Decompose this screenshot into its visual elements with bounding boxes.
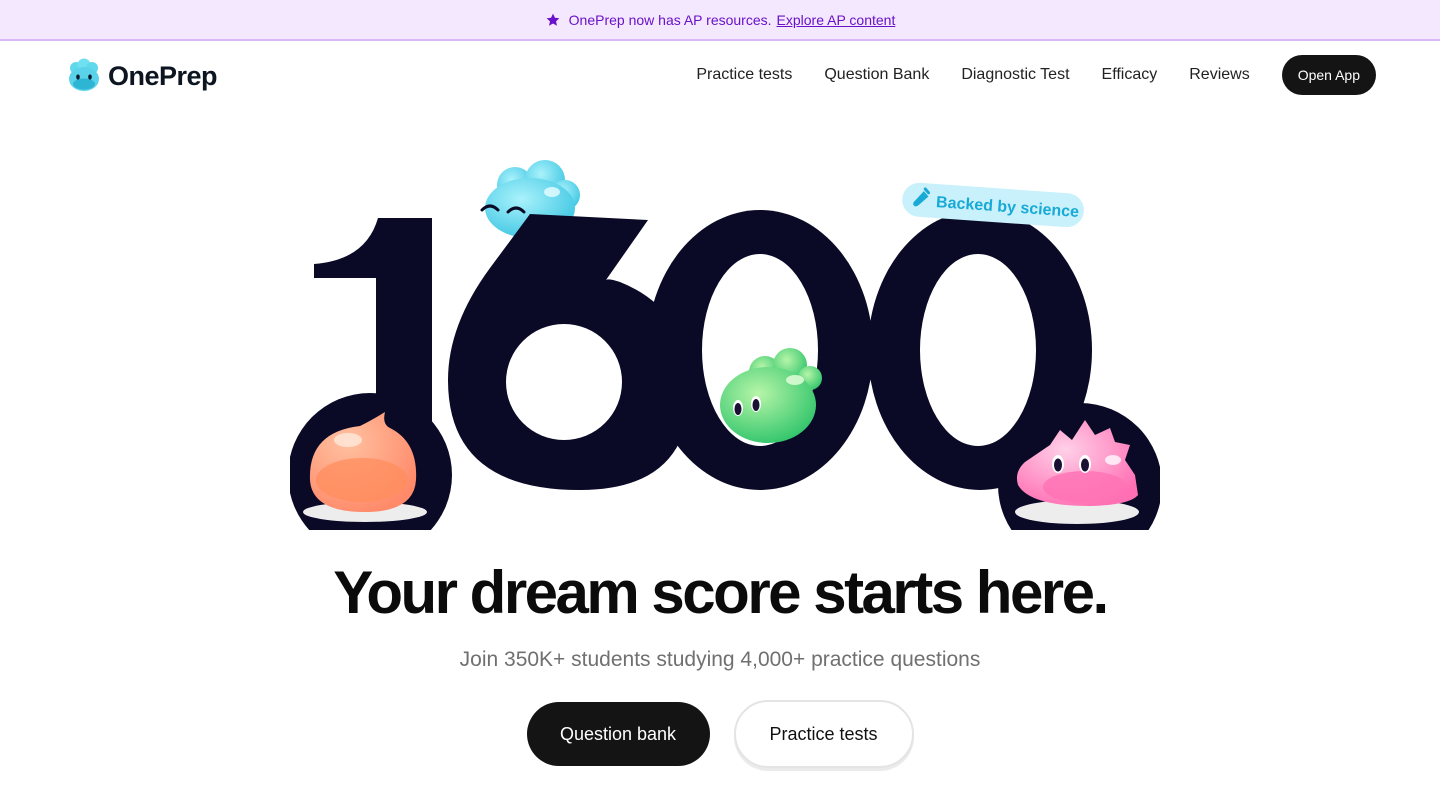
site-header: OnePrep Practice tests Question Bank Dia… bbox=[0, 42, 1440, 108]
nav-reviews[interactable]: Reviews bbox=[1189, 66, 1249, 84]
logo-text: OnePrep bbox=[108, 60, 218, 91]
backed-by-science-badge: Backed by science bbox=[902, 182, 1084, 228]
question-bank-button[interactable]: Question bank bbox=[526, 702, 710, 766]
practice-tests-button[interactable]: Practice tests bbox=[733, 700, 914, 768]
hero-illustration: Backed by science bbox=[290, 150, 1160, 530]
main-nav: Practice tests Question Bank Diagnostic … bbox=[696, 55, 1376, 95]
logo[interactable]: OnePrep bbox=[64, 56, 218, 96]
hero-cta-group: Question bank Practice tests bbox=[0, 700, 1440, 768]
nav-practice-tests[interactable]: Practice tests bbox=[696, 66, 792, 84]
nav-diagnostic-test[interactable]: Diagnostic Test bbox=[961, 66, 1069, 84]
nav-efficacy[interactable]: Efficacy bbox=[1102, 66, 1158, 84]
score-artwork: Backed by science bbox=[290, 160, 1160, 530]
star-icon bbox=[545, 12, 561, 28]
announcement-bar: OnePrep now has AP resources. Explore AP… bbox=[0, 0, 1440, 41]
nav-question-bank[interactable]: Question Bank bbox=[824, 66, 929, 84]
announcement-text: OnePrep now has AP resources. bbox=[568, 11, 772, 28]
hero-headline: Your dream score starts here. bbox=[333, 559, 1109, 626]
logo-mascot-icon bbox=[64, 56, 104, 96]
open-app-button[interactable]: Open App bbox=[1281, 55, 1376, 95]
hero-subheadline: Join 350K+ students studying 4,000+ prac… bbox=[459, 648, 981, 671]
explore-ap-link[interactable]: Explore AP content bbox=[777, 12, 896, 28]
